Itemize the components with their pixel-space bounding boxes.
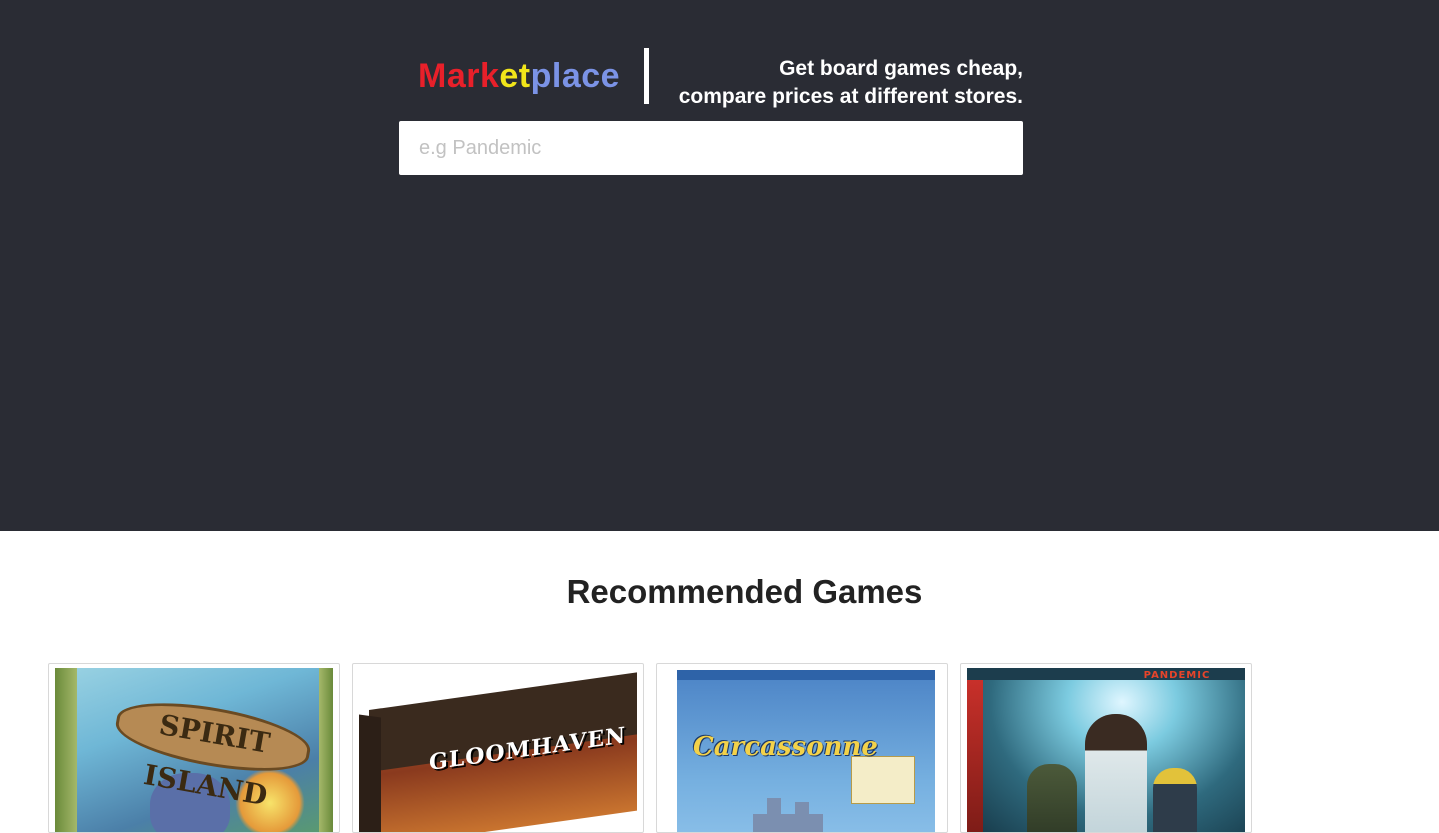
brand-logo-part-2: et <box>499 57 531 95</box>
box-title: Carcassonne <box>693 732 878 762</box>
gloomhaven-box-art-icon: GLOOMHAVEN <box>359 668 637 832</box>
spirit-island-box-art-icon: SPIRIT ISLAND <box>55 668 333 832</box>
section-title: Recommended Games <box>566 573 923 610</box>
hero-banner: Marketplace Get board games cheap, compa… <box>0 0 1439 531</box>
box-title: SPIRIT ISLAND <box>141 707 273 813</box>
pandemic-box-art-icon: PANDEMIC <box>967 668 1245 832</box>
carcassonne-box-art-icon: Carcassonne <box>663 668 941 832</box>
brand-logo[interactable]: Marketplace <box>418 56 620 96</box>
search-input[interactable] <box>399 121 1023 175</box>
tagline: Get board games cheap, compare prices at… <box>660 55 1023 111</box>
game-card-gloomhaven[interactable]: GLOOMHAVEN <box>352 663 644 833</box>
box-title: PANDEMIC <box>1143 670 1211 681</box>
tagline-line-1: Get board games cheap, <box>779 57 1023 80</box>
game-card-carcassonne[interactable]: Carcassonne <box>656 663 948 833</box>
brand-logo-part-3: place <box>530 57 621 95</box>
header-divider <box>644 48 649 104</box>
tagline-line-2: compare prices at different stores. <box>678 85 1023 108</box>
brand-logo-part-1: Mark <box>418 57 500 95</box>
game-card-pandemic[interactable]: PANDEMIC <box>960 663 1252 833</box>
game-card-list: SPIRIT ISLAND GLOOMHAVEN Carcassonne PAN… <box>48 663 1252 833</box>
game-card-spirit-island[interactable]: SPIRIT ISLAND <box>48 663 340 833</box>
